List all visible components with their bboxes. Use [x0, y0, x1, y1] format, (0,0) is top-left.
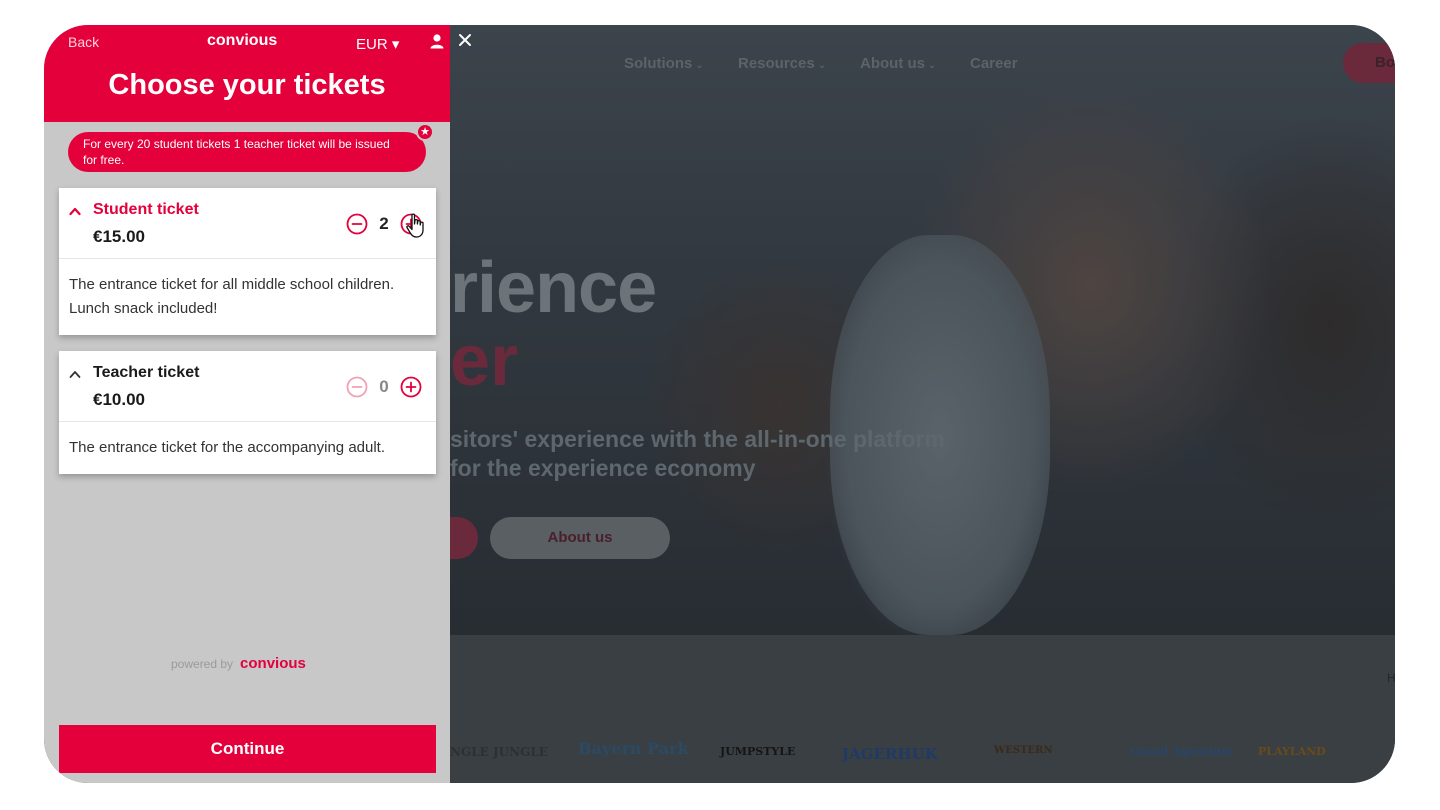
ticket-name: Teacher ticket: [93, 364, 200, 381]
hero-subtitle: sitors' experience with the all-in-one p…: [450, 425, 945, 483]
hero-subtitle-line-1: sitors' experience with the all-in-one p…: [450, 426, 945, 452]
user-icon[interactable]: [429, 33, 445, 49]
ticket-panel: Back convious EUR ▾ Choose your tickets …: [44, 25, 450, 783]
star-icon: ★: [416, 123, 434, 141]
ticket-description: The entrance ticket for the accompanying…: [69, 439, 386, 456]
edge-text: H: [1387, 671, 1395, 685]
quantity-value: 0: [379, 377, 389, 396]
ticket-price: €15.00: [93, 227, 145, 246]
logo-grand-aquarium: Grand Aquarium: [1130, 745, 1233, 758]
panel-topbar: Back convious EUR ▾: [44, 25, 450, 55]
chevron-up-icon[interactable]: [69, 369, 81, 379]
quantity-stepper: 0: [346, 376, 422, 398]
powered-by-label: powered by: [171, 657, 234, 671]
ticket-card-header[interactable]: Teacher ticket €10.00 0: [59, 351, 436, 422]
ticket-price: €10.00: [93, 390, 145, 409]
nav-book-button[interactable]: Bo: [1343, 43, 1395, 83]
nav-solutions[interactable]: Solutions ⌄: [624, 55, 704, 72]
ticket-card-header[interactable]: Student ticket €15.00 2: [59, 188, 436, 259]
logo-playland: PLAYLAND: [1258, 745, 1326, 758]
logo-western: WESTERN: [994, 745, 1053, 756]
powered-by-brand: convious: [240, 655, 306, 672]
hand-cursor-icon: [406, 213, 424, 238]
plus-circle-icon[interactable]: [400, 376, 422, 398]
hero-title-accent: er: [450, 321, 519, 401]
ticket-description: The entrance ticket for all middle schoo…: [69, 276, 395, 317]
logo-jumpstyle: JUMPSTYLE: [720, 745, 796, 758]
back-link[interactable]: Back: [68, 34, 99, 50]
minus-circle-icon[interactable]: [346, 376, 368, 398]
logo-jungle: NGLE JUNGLE: [450, 745, 548, 759]
powered-by: powered by convious: [171, 655, 306, 672]
ticket-name: Student ticket: [93, 201, 199, 218]
minus-circle-icon[interactable]: [346, 213, 368, 235]
close-icon[interactable]: [457, 32, 473, 48]
ticket-card-teacher: Teacher ticket €10.00 0 The entrance tic…: [59, 351, 436, 474]
panel-title: Choose your tickets: [108, 69, 386, 101]
background-website: Solutions ⌄ Resources ⌄ About us ⌄ Career B…: [450, 25, 1395, 783]
brand-logo: convious: [207, 32, 278, 49]
logo-jagerhuk: JAGERHUK: [842, 745, 938, 763]
quantity-value: 2: [379, 214, 389, 233]
nav-career[interactable]: Career: [970, 55, 1018, 72]
hero-title: rience: [450, 248, 657, 328]
hero-about-button[interactable]: About us: [490, 517, 670, 559]
panel-header: Back convious EUR ▾ Choose your tickets: [44, 25, 450, 122]
site-nav: Solutions ⌄ Resources ⌄ About us ⌄ Career B…: [450, 43, 1395, 83]
partner-logos: NGLE JUNGLE Bayern Park JUMPSTYLE JAGERH…: [450, 635, 1395, 783]
ticket-card-student: Student ticket €15.00 2 The entrance tic…: [59, 188, 436, 335]
nav-resources[interactable]: Resources ⌄: [738, 55, 826, 72]
app-frame: Solutions ⌄ Resources ⌄ About us ⌄ Career B…: [44, 25, 1395, 783]
logo-bayern-park: Bayern Park: [578, 739, 689, 758]
continue-button[interactable]: Continue: [59, 725, 436, 773]
hero-subtitle-line-2: for the experience economy: [450, 455, 756, 481]
chevron-up-icon[interactable]: [69, 206, 81, 216]
currency-selector[interactable]: EUR ▾: [356, 35, 399, 53]
nav-about-us[interactable]: About us ⌄: [860, 55, 936, 72]
promo-banner: For every 20 student tickets 1 teacher t…: [68, 132, 426, 172]
